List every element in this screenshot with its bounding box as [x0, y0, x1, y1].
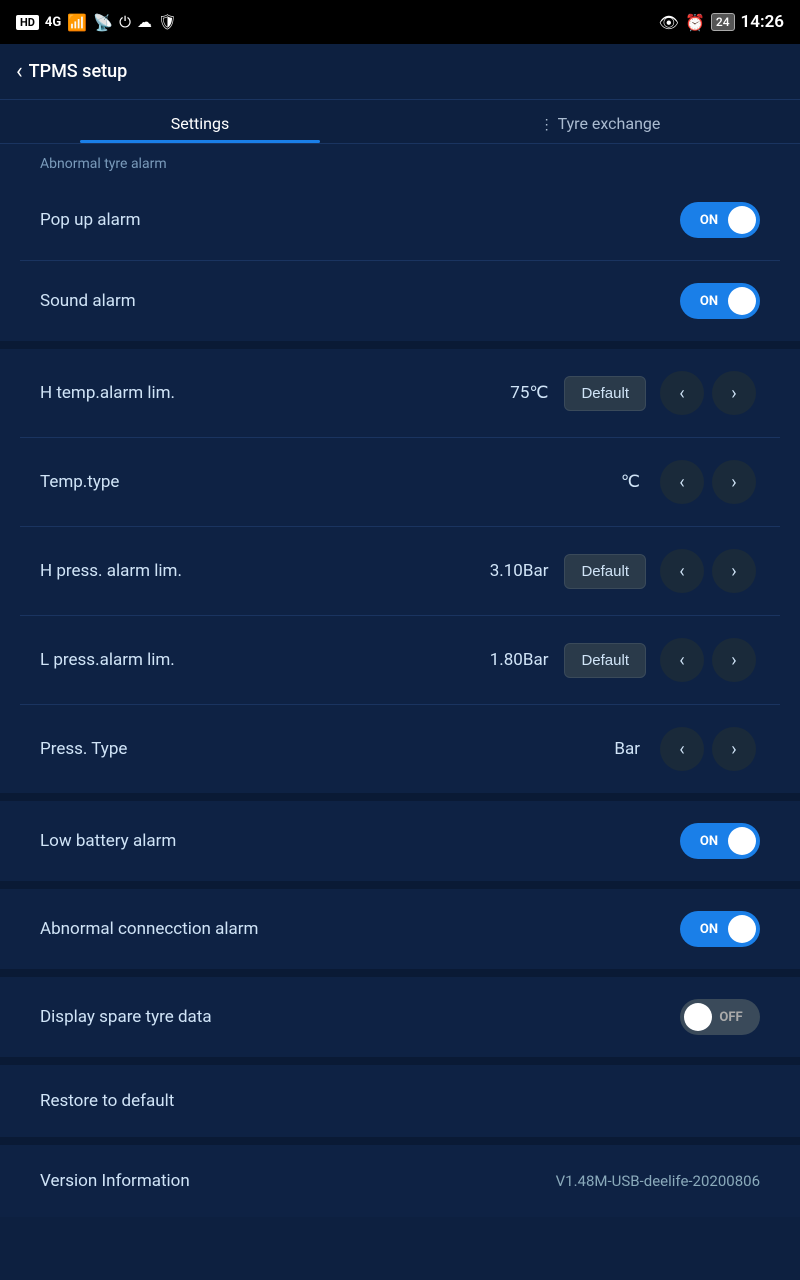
- h-temp-decrease-button[interactable]: ‹: [660, 371, 704, 415]
- temp-type-increase-button[interactable]: ›: [712, 460, 756, 504]
- abnormal-connection-label: Abnormal connecction alarm: [40, 919, 680, 939]
- row-popup-alarm: Pop up alarm ON: [0, 180, 800, 260]
- section-divider-5: [0, 1057, 800, 1065]
- section-divider-3: [0, 881, 800, 889]
- top-nav: ‹ TPMS setup: [0, 44, 800, 100]
- tab-dots-icon: ⋮: [540, 117, 554, 133]
- eye-icon: 👁: [659, 13, 679, 32]
- row-sound-alarm: Sound alarm ON: [0, 261, 800, 341]
- cloud-icon: ☁: [137, 13, 152, 31]
- row-abnormal-connection: Abnormal connecction alarm ON: [0, 889, 800, 969]
- h-press-alarm-value: 3.10Bar: [468, 561, 548, 581]
- status-right: 👁 ⏰ 24 14:26: [659, 12, 784, 32]
- h-temp-increase-button[interactable]: ›: [712, 371, 756, 415]
- abnormal-connection-toggle[interactable]: ON: [680, 911, 760, 947]
- toggle-on-label-battery: ON: [690, 834, 728, 849]
- l-press-alarm-label: L press.alarm lim.: [40, 650, 468, 670]
- h-press-alarm-label: H press. alarm lim.: [40, 561, 468, 581]
- toggle-knob-connection: [728, 915, 756, 943]
- row-temp-type: Temp.type ℃ ‹ ›: [0, 438, 800, 526]
- back-button[interactable]: ‹ TPMS setup: [16, 61, 127, 83]
- toggle-knob-spare: [684, 1003, 712, 1031]
- settings-container: Abnormal tyre alarm Pop up alarm ON Soun…: [0, 144, 800, 1217]
- h-temp-alarm-controls: Default ‹ ›: [564, 371, 760, 415]
- l-press-decrease-button[interactable]: ‹: [660, 638, 704, 682]
- row-h-press-alarm: H press. alarm lim. 3.10Bar Default ‹ ›: [0, 527, 800, 615]
- tab-settings[interactable]: Settings: [0, 100, 400, 143]
- press-type-value: Bar: [560, 739, 640, 759]
- toggle-off-label-spare: OFF: [712, 1010, 750, 1025]
- back-arrow-icon: ‹: [16, 61, 23, 83]
- h-temp-default-button[interactable]: Default: [564, 376, 646, 411]
- page-title: TPMS setup: [29, 61, 128, 82]
- toggle-knob-battery: [728, 827, 756, 855]
- sound-alarm-toggle[interactable]: ON: [680, 283, 760, 319]
- press-type-controls: ‹ ›: [656, 727, 760, 771]
- temp-type-decrease-button[interactable]: ‹: [660, 460, 704, 504]
- low-battery-alarm-label: Low battery alarm: [40, 831, 680, 851]
- press-type-label: Press. Type: [40, 739, 560, 759]
- toggle-knob-sound: [728, 287, 756, 315]
- h-temp-alarm-label: H temp.alarm lim.: [40, 383, 468, 403]
- toggle-on-label-sound: ON: [690, 294, 728, 309]
- section-divider-2: [0, 793, 800, 801]
- tab-tyre-exchange[interactable]: ⋮Tyre exchange: [400, 100, 800, 143]
- row-h-temp-alarm: H temp.alarm lim. 75℃ Default ‹ ›: [0, 349, 800, 437]
- temp-type-label: Temp.type: [40, 472, 560, 492]
- row-restore-default[interactable]: Restore to default: [0, 1065, 800, 1137]
- popup-alarm-label: Pop up alarm: [40, 210, 680, 230]
- signal-bars-icon: 📶: [67, 13, 87, 32]
- time-display: 14:26: [741, 12, 784, 32]
- h-temp-alarm-value: 75℃: [468, 383, 548, 403]
- status-bar: HD 4G 📶 📡 ⏻ ☁ 🛡 👁 ⏰ 24 14:26: [0, 0, 800, 44]
- h-press-default-button[interactable]: Default: [564, 554, 646, 589]
- l-press-increase-button[interactable]: ›: [712, 638, 756, 682]
- row-version-info: Version Information V1.48M-USB-deelife-2…: [0, 1145, 800, 1217]
- row-l-press-alarm: L press.alarm lim. 1.80Bar Default ‹ ›: [0, 616, 800, 704]
- h-press-decrease-button[interactable]: ‹: [660, 549, 704, 593]
- shield-icon: 🛡: [158, 13, 177, 31]
- toggle-on-label: ON: [690, 213, 728, 228]
- h-press-alarm-controls: Default ‹ ›: [564, 549, 760, 593]
- section-divider-4: [0, 969, 800, 977]
- toggle-knob: [728, 206, 756, 234]
- l-press-default-button[interactable]: Default: [564, 643, 646, 678]
- display-spare-tyre-label: Display spare tyre data: [40, 1007, 680, 1027]
- row-display-spare-tyre: Display spare tyre data OFF: [0, 977, 800, 1057]
- toggle-on-label-connection: ON: [690, 922, 728, 937]
- alarm-icon: ⏰: [685, 13, 705, 32]
- popup-alarm-toggle[interactable]: ON: [680, 202, 760, 238]
- section-label-abnormal: Abnormal tyre alarm: [0, 144, 800, 180]
- press-type-decrease-button[interactable]: ‹: [660, 727, 704, 771]
- restore-default-label: Restore to default: [40, 1091, 760, 1111]
- battery-level: 24: [711, 13, 735, 31]
- wifi-icon: 📡: [93, 13, 113, 32]
- low-battery-alarm-toggle[interactable]: ON: [680, 823, 760, 859]
- section-divider-1: [0, 341, 800, 349]
- press-type-increase-button[interactable]: ›: [712, 727, 756, 771]
- hd-badge: HD: [16, 15, 39, 30]
- sound-alarm-label: Sound alarm: [40, 291, 680, 311]
- status-left: HD 4G 📶 📡 ⏻ ☁ 🛡: [16, 13, 177, 32]
- version-value: V1.48M-USB-deelife-20200806: [556, 1172, 760, 1190]
- tab-bar: Settings ⋮Tyre exchange: [0, 100, 800, 144]
- version-info-label: Version Information: [40, 1171, 556, 1191]
- l-press-alarm-controls: Default ‹ ›: [564, 638, 760, 682]
- power-icon: ⏻: [119, 13, 131, 31]
- l-press-alarm-value: 1.80Bar: [468, 650, 548, 670]
- row-low-battery-alarm: Low battery alarm ON: [0, 801, 800, 881]
- section-divider-6: [0, 1137, 800, 1145]
- temp-type-controls: ‹ ›: [656, 460, 760, 504]
- display-spare-tyre-toggle[interactable]: OFF: [680, 999, 760, 1035]
- row-press-type: Press. Type Bar ‹ ›: [0, 705, 800, 793]
- h-press-increase-button[interactable]: ›: [712, 549, 756, 593]
- temp-type-value: ℃: [560, 472, 640, 492]
- signal-4g-icon: 4G: [45, 15, 61, 30]
